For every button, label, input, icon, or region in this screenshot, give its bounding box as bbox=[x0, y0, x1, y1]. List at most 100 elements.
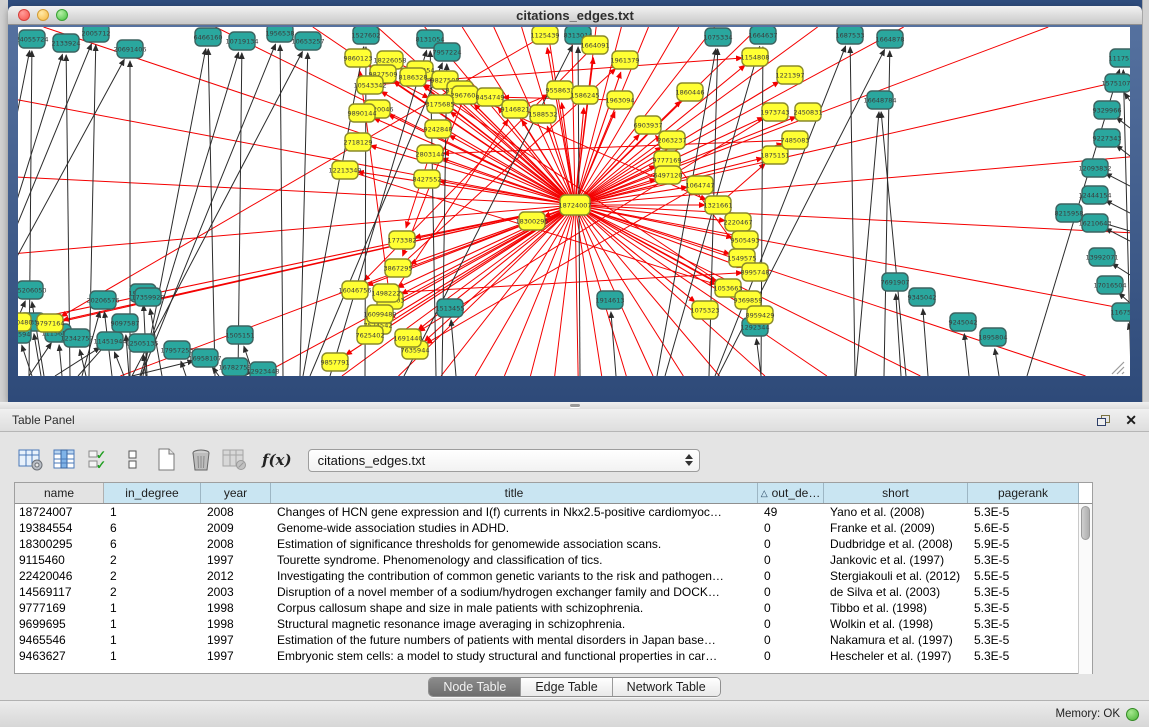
tab-edge-table[interactable]: Edge Table bbox=[521, 678, 612, 696]
table-cell[interactable]: Structural magnetic resonance image aver… bbox=[271, 616, 758, 632]
table-cell[interactable]: 0 bbox=[758, 520, 824, 536]
table-cell[interactable]: Stergiakouli et al. (2012) bbox=[824, 568, 968, 584]
table-cell[interactable]: 0 bbox=[758, 584, 824, 600]
column-header-out_de[interactable]: △out_de… bbox=[758, 483, 824, 503]
table-cell[interactable]: 0 bbox=[758, 648, 824, 664]
table-row[interactable]: 911546021997Tourette syndrome. Phenomeno… bbox=[15, 552, 1079, 568]
table-cell[interactable]: 18724007 bbox=[15, 504, 104, 520]
table-settings-icon[interactable] bbox=[16, 445, 46, 475]
table-cell[interactable]: Franke et al. (2009) bbox=[824, 520, 968, 536]
table-cell[interactable]: 9115460 bbox=[15, 552, 104, 568]
table-selector-dropdown[interactable]: citations_edges.txt bbox=[308, 449, 700, 472]
table-cell[interactable]: Nakamura et al. (1997) bbox=[824, 632, 968, 648]
table-cell[interactable]: 2003 bbox=[201, 584, 271, 600]
table-cell[interactable]: 5.3E-5 bbox=[968, 552, 1079, 568]
table-cell[interactable]: Investigating the contribution of common… bbox=[271, 568, 758, 584]
table-cell[interactable]: Estimation of significance thresholds fo… bbox=[271, 536, 758, 552]
close-panel-icon[interactable]: ✕ bbox=[1125, 413, 1137, 427]
table-cell[interactable]: 1 bbox=[104, 648, 201, 664]
table-cell[interactable]: 5.3E-5 bbox=[968, 648, 1079, 664]
table-cell[interactable]: 1997 bbox=[201, 648, 271, 664]
table-cell[interactable]: 9699695 bbox=[15, 616, 104, 632]
table-cell[interactable]: 1 bbox=[104, 616, 201, 632]
table-row[interactable]: 977716911998Corpus callosum shape and si… bbox=[15, 600, 1079, 616]
table-cell[interactable]: Dudbridge et al. (2008) bbox=[824, 536, 968, 552]
table-cell[interactable]: Hescheler et al. (1997) bbox=[824, 648, 968, 664]
table-cell[interactable]: 0 bbox=[758, 600, 824, 616]
table-cell[interactable]: 14569117 bbox=[15, 584, 104, 600]
scrollbar-thumb[interactable] bbox=[1081, 506, 1090, 540]
table-cell[interactable]: 5.3E-5 bbox=[968, 616, 1079, 632]
table-row[interactable]: 1456911722003Disruption of a novel membe… bbox=[15, 584, 1079, 600]
table-cell[interactable]: 2 bbox=[104, 552, 201, 568]
memory-status-indicator[interactable] bbox=[1126, 708, 1139, 721]
delete-table-icon[interactable] bbox=[220, 445, 250, 475]
table-cell[interactable]: 5.9E-5 bbox=[968, 536, 1079, 552]
window-titlebar[interactable]: citations_edges.txt bbox=[8, 6, 1142, 25]
table-cell[interactable]: 1998 bbox=[201, 600, 271, 616]
table-cell[interactable]: 0 bbox=[758, 536, 824, 552]
table-row[interactable]: 1830029562008Estimation of significance … bbox=[15, 536, 1079, 552]
table-cell[interactable]: Jankovic et al. (1997) bbox=[824, 552, 968, 568]
table-cell[interactable]: 9465546 bbox=[15, 632, 104, 648]
table-cell[interactable]: 0 bbox=[758, 616, 824, 632]
table-cell[interactable]: Wolkin et al. (1998) bbox=[824, 616, 968, 632]
column-header-name[interactable]: name bbox=[15, 483, 104, 503]
table-cell[interactable]: 2009 bbox=[201, 520, 271, 536]
table-cell[interactable]: 6 bbox=[104, 536, 201, 552]
table-cell[interactable]: 5.3E-5 bbox=[968, 584, 1079, 600]
table-cell[interactable]: 9463627 bbox=[15, 648, 104, 664]
select-rows-icon[interactable]: ✓✓ bbox=[84, 445, 114, 475]
column-header-year[interactable]: year bbox=[201, 483, 271, 503]
panel-splitter[interactable] bbox=[0, 402, 1149, 409]
table-cell[interactable]: 5.6E-5 bbox=[968, 520, 1079, 536]
network-canvas[interactable]: 1872400724055724213392420057122069140664… bbox=[18, 27, 1130, 376]
table-cell[interactable]: 1 bbox=[104, 632, 201, 648]
table-cell[interactable]: 1 bbox=[104, 600, 201, 616]
row-height-icon[interactable] bbox=[118, 445, 148, 475]
table-cell[interactable]: 1998 bbox=[201, 616, 271, 632]
table-row[interactable]: 946362711997Embryonic stem cells: a mode… bbox=[15, 648, 1079, 664]
table-cell[interactable]: 5.3E-5 bbox=[968, 504, 1079, 520]
delete-rows-icon[interactable] bbox=[186, 445, 216, 475]
table-cell[interactable]: 18300295 bbox=[15, 536, 104, 552]
table-cell[interactable]: de Silva et al. (2003) bbox=[824, 584, 968, 600]
table-cell[interactable]: 0 bbox=[758, 568, 824, 584]
table-cell[interactable]: 5.3E-5 bbox=[968, 600, 1079, 616]
table-row[interactable]: 946554611997Estimation of the future num… bbox=[15, 632, 1079, 648]
column-header-short[interactable]: short bbox=[824, 483, 968, 503]
table-cell[interactable]: 9777169 bbox=[15, 600, 104, 616]
table-cell[interactable]: 2 bbox=[104, 568, 201, 584]
new-file-icon[interactable] bbox=[152, 445, 182, 475]
function-builder-icon[interactable]: f(x) bbox=[262, 451, 292, 469]
table-cell[interactable]: Yano et al. (2008) bbox=[824, 504, 968, 520]
tab-network-table[interactable]: Network Table bbox=[613, 678, 720, 696]
table-cell[interactable]: Corpus callosum shape and size in male p… bbox=[271, 600, 758, 616]
table-cell[interactable]: 6 bbox=[104, 520, 201, 536]
table-cell[interactable]: 1 bbox=[104, 504, 201, 520]
table-cell[interactable]: Tourette syndrome. Phenomenology and cla… bbox=[271, 552, 758, 568]
table-cell[interactable]: Disruption of a novel member of a sodium… bbox=[271, 584, 758, 600]
table-row[interactable]: 969969511998Structural magnetic resonanc… bbox=[15, 616, 1079, 632]
table-cell[interactable]: 2008 bbox=[201, 536, 271, 552]
table-cell[interactable]: 1997 bbox=[201, 632, 271, 648]
table-cell[interactable]: 19384554 bbox=[15, 520, 104, 536]
table-cell[interactable]: Changes of HCN gene expression and I(f) … bbox=[271, 504, 758, 520]
table-cell[interactable]: 5.3E-5 bbox=[968, 632, 1079, 648]
table-scrollbar[interactable] bbox=[1078, 504, 1092, 674]
table-column-icon[interactable] bbox=[50, 445, 80, 475]
table-cell[interactable]: Embryonic stem cells: a model to study s… bbox=[271, 648, 758, 664]
table-cell[interactable]: 2012 bbox=[201, 568, 271, 584]
column-header-title[interactable]: title bbox=[271, 483, 758, 503]
table-row[interactable]: 1938455462009Genome-wide association stu… bbox=[15, 520, 1079, 536]
table-cell[interactable]: 49 bbox=[758, 504, 824, 520]
table-cell[interactable]: Estimation of the future numbers of pati… bbox=[271, 632, 758, 648]
table-cell[interactable]: Genome-wide association studies in ADHD. bbox=[271, 520, 758, 536]
tab-node-table[interactable]: Node Table bbox=[429, 678, 521, 696]
column-header-pagerank[interactable]: pagerank bbox=[968, 483, 1079, 503]
float-panel-icon[interactable] bbox=[1096, 414, 1111, 427]
table-row[interactable]: 2242004622012Investigating the contribut… bbox=[15, 568, 1079, 584]
table-cell[interactable]: 2 bbox=[104, 584, 201, 600]
table-cell[interactable]: 5.5E-5 bbox=[968, 568, 1079, 584]
table-cell[interactable]: 0 bbox=[758, 552, 824, 568]
